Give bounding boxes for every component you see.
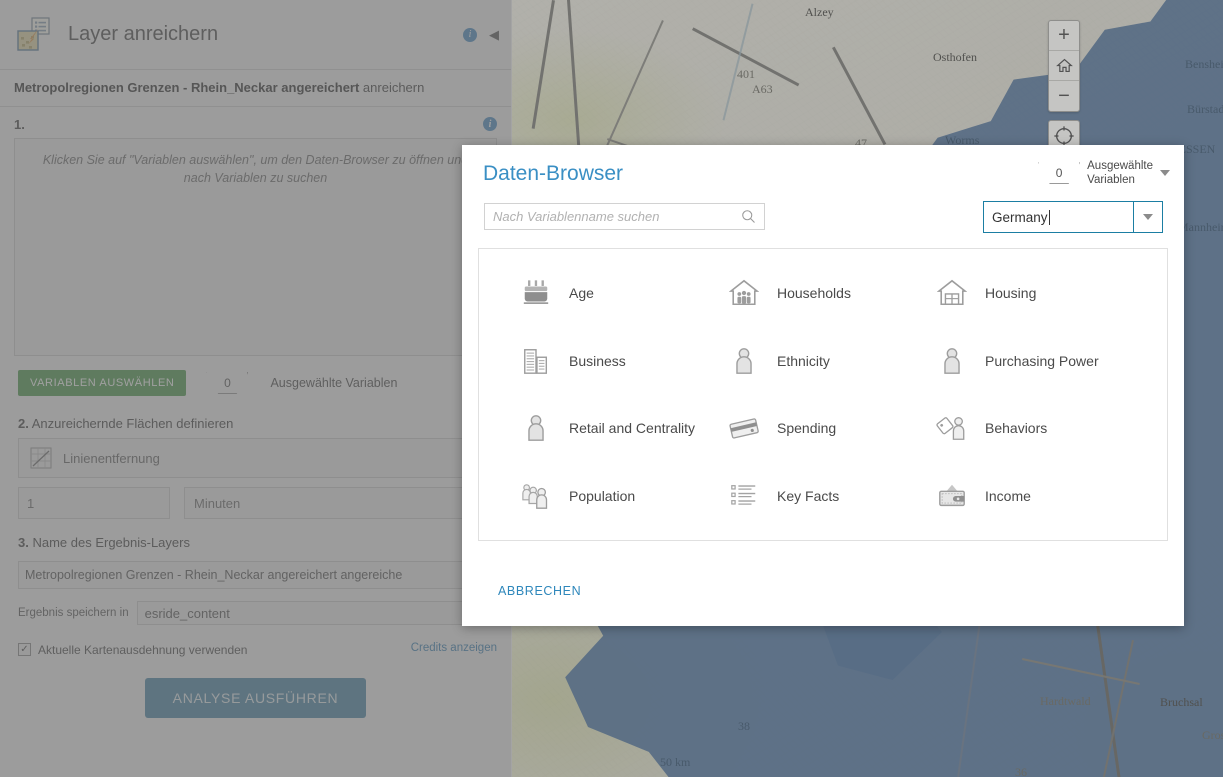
country-dropdown-toggle[interactable] <box>1134 202 1162 232</box>
people-group-icon <box>519 481 553 511</box>
category-label: Behaviors <box>985 420 1048 437</box>
buildings-icon <box>519 346 553 376</box>
category-item-housing[interactable]: Housing <box>935 259 1143 327</box>
category-label: Retail and Centrality <box>569 420 696 437</box>
selected-variables-count: 0 <box>1055 166 1063 181</box>
category-grid: Age Households Housing Business Ethnicity Pur… <box>478 248 1168 541</box>
selected-variables-label: Ausgewählte Variablen <box>1087 160 1153 187</box>
chevron-down-icon[interactable] <box>1160 170 1170 177</box>
search-icon[interactable] <box>741 209 756 224</box>
category-label: Purchasing Power <box>985 352 1099 369</box>
house-icon <box>935 278 969 308</box>
category-label: Population <box>569 488 636 505</box>
person-icon <box>727 346 761 376</box>
search-input-wrap[interactable]: Nach Variablenname suchen <box>484 203 765 230</box>
category-label: Ethnicity <box>777 352 830 369</box>
category-item-business[interactable]: Business <box>519 327 727 395</box>
category-label: Housing <box>985 284 1037 301</box>
dialog-title: Daten-Browser <box>483 162 624 185</box>
tags-person-icon <box>935 413 969 443</box>
person-icon <box>935 346 969 376</box>
category-label: Age <box>569 284 594 301</box>
category-item-households[interactable]: Households <box>727 259 935 327</box>
category-item-behaviors[interactable]: Behaviors <box>935 395 1143 463</box>
category-label: Key Facts <box>777 488 840 505</box>
category-label: Households <box>777 284 851 301</box>
category-item-population[interactable]: Population <box>519 462 727 530</box>
wallet-icon <box>935 481 969 511</box>
category-label: Income <box>985 488 1031 505</box>
search-input[interactable]: Nach Variablenname suchen <box>493 209 741 224</box>
category-item-retail-and-centrality[interactable]: Retail and Centrality <box>519 395 727 463</box>
category-item-ethnicity[interactable]: Ethnicity <box>727 327 935 395</box>
cake-icon <box>519 278 553 308</box>
data-browser-dialog: Daten-Browser 0 Ausgewählte Variablen Na… <box>462 145 1184 626</box>
selected-variables-count-badge: 0 <box>1038 162 1080 184</box>
selected-variables-dropdown[interactable]: 0 Ausgewählte Variablen <box>1018 159 1170 188</box>
category-item-purchasing-power[interactable]: Purchasing Power <box>935 327 1143 395</box>
category-item-income[interactable]: Income <box>935 462 1143 530</box>
category-item-key-facts[interactable]: Key Facts <box>727 462 935 530</box>
person-icon <box>519 413 553 443</box>
chevron-down-icon <box>1143 214 1153 220</box>
category-item-age[interactable]: Age <box>519 259 727 327</box>
country-input[interactable]: Germany <box>984 202 1134 232</box>
category-label: Spending <box>777 420 837 437</box>
category-item-spending[interactable]: Spending <box>727 395 935 463</box>
text-cursor <box>1048 209 1050 225</box>
country-value: Germany <box>992 209 1048 225</box>
house-people-icon <box>727 278 761 308</box>
list-icon <box>727 481 761 511</box>
country-select[interactable]: Germany <box>983 201 1163 233</box>
cancel-button[interactable]: ABBRECHEN <box>498 584 581 598</box>
app-root: AlzeyOsthofenWormsBensheimBürstadtHESSEN… <box>0 0 1223 777</box>
category-label: Business <box>569 352 626 369</box>
credit-card-icon <box>727 413 761 443</box>
